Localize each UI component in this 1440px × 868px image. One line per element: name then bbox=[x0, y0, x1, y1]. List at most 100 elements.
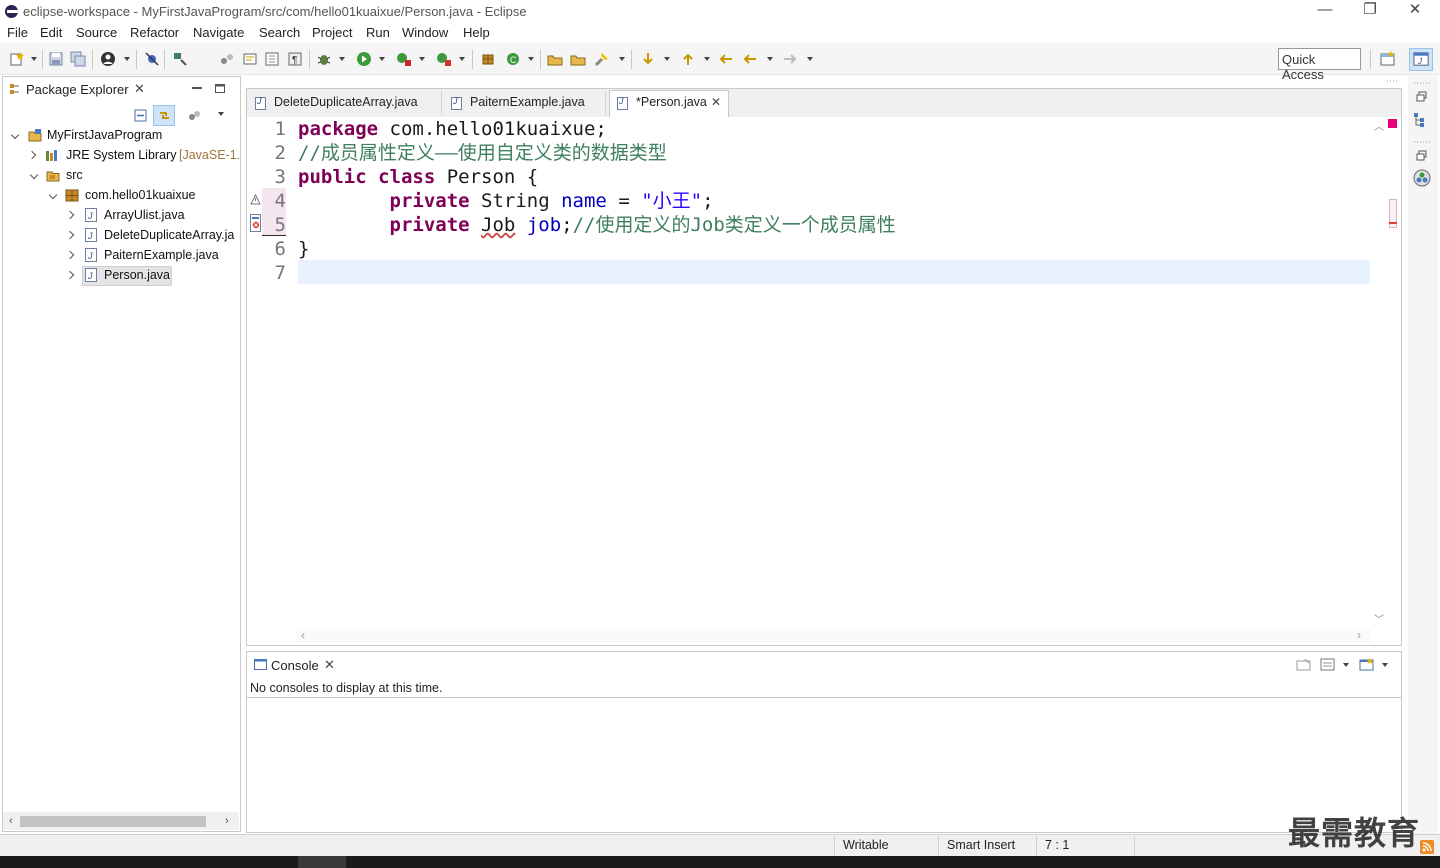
save-all-icon[interactable] bbox=[70, 51, 86, 67]
forward-icon[interactable] bbox=[782, 51, 798, 67]
word-wrap-icon[interactable] bbox=[219, 51, 235, 67]
tree-row-file-selected[interactable]: J Person.java bbox=[4, 266, 240, 286]
focus-on-active-task-icon[interactable] bbox=[187, 108, 202, 123]
editor-tab[interactable]: DeleteDuplicateArray.java bbox=[248, 91, 442, 115]
scroll-left-arrow-icon[interactable]: ‹ bbox=[301, 628, 305, 642]
code-line-1[interactable]: package com.hello01kuaixue; bbox=[298, 117, 607, 141]
restore-button[interactable]: ❐ bbox=[1347, 0, 1393, 22]
forward-dropdown-icon[interactable] bbox=[807, 57, 813, 61]
back-dropdown-icon[interactable] bbox=[767, 57, 773, 61]
debug-dropdown-icon[interactable] bbox=[339, 57, 345, 61]
error-overview-marker[interactable] bbox=[1389, 222, 1397, 224]
collapse-arrow-icon[interactable] bbox=[65, 210, 75, 220]
coverage-icon[interactable] bbox=[396, 51, 412, 67]
collapse-arrow-icon[interactable] bbox=[65, 230, 75, 240]
editor-view-menu-icon[interactable] bbox=[1386, 77, 1400, 85]
menu-search[interactable]: Search bbox=[259, 25, 300, 40]
minimize-button[interactable]: — bbox=[1302, 0, 1348, 22]
menu-source[interactable]: Source bbox=[76, 25, 117, 40]
open-console-icon[interactable] bbox=[1359, 657, 1374, 672]
open-folder-icon[interactable] bbox=[570, 51, 586, 67]
expand-arrow-icon[interactable] bbox=[29, 170, 39, 180]
restore-view-icon[interactable] bbox=[1416, 150, 1428, 162]
tree-row-src[interactable]: src bbox=[4, 166, 240, 186]
open-perspective-icon[interactable] bbox=[1379, 50, 1397, 68]
new-class-icon[interactable]: C bbox=[505, 51, 521, 67]
error-icon[interactable] bbox=[250, 214, 262, 232]
collapse-arrow-icon[interactable] bbox=[65, 250, 75, 260]
restore-view-icon[interactable] bbox=[1416, 91, 1428, 103]
console-close-icon[interactable]: ✕ bbox=[324, 657, 335, 673]
open-task-icon[interactable] bbox=[547, 51, 563, 67]
display-console-icon[interactable] bbox=[1320, 657, 1335, 672]
next-annotation-dropdown-icon[interactable] bbox=[664, 57, 670, 61]
pilcrow-icon[interactable]: ¶ bbox=[287, 51, 303, 67]
save-icon[interactable] bbox=[48, 51, 64, 67]
tree-row-jre-library[interactable]: JRE System Library [JavaSE-1. bbox=[4, 146, 240, 166]
menu-navigate[interactable]: Navigate bbox=[193, 25, 244, 40]
java-perspective-button[interactable]: J bbox=[1409, 48, 1433, 71]
close-button[interactable]: ✕ bbox=[1392, 0, 1438, 22]
maximize-view-icon[interactable] bbox=[214, 82, 226, 94]
error-overview-indicator[interactable] bbox=[1388, 119, 1397, 128]
outline-icon[interactable] bbox=[1413, 111, 1430, 128]
menu-edit[interactable]: Edit bbox=[40, 25, 62, 40]
coverage-dropdown-icon[interactable] bbox=[419, 57, 425, 61]
open-type-icon[interactable] bbox=[172, 51, 188, 67]
profile-icon[interactable] bbox=[100, 51, 116, 67]
code-line-4[interactable]: private String name = "小王"; bbox=[298, 189, 714, 213]
external-tools-dropdown-icon[interactable] bbox=[459, 57, 465, 61]
view-menu-icon[interactable] bbox=[218, 112, 224, 116]
show-whitespace-icon[interactable] bbox=[264, 51, 280, 67]
collapse-all-icon[interactable] bbox=[133, 108, 148, 123]
scroll-right-arrow-icon[interactable]: › bbox=[1357, 628, 1361, 642]
editor-tab[interactable]: PaiternExample.java bbox=[444, 91, 606, 115]
menu-file[interactable]: File bbox=[7, 25, 28, 40]
run-icon[interactable] bbox=[356, 51, 372, 67]
new-dropdown-icon[interactable] bbox=[31, 57, 37, 61]
taskbar-active-app[interactable] bbox=[298, 856, 346, 868]
package-explorer-title[interactable]: Package Explorer bbox=[26, 82, 129, 97]
console-title[interactable]: Console bbox=[271, 658, 319, 673]
task-list-icon[interactable] bbox=[1413, 169, 1431, 187]
new-icon[interactable] bbox=[9, 51, 25, 67]
search-dropdown-icon[interactable] bbox=[619, 57, 625, 61]
search-flashlight-icon[interactable] bbox=[594, 51, 610, 67]
explorer-horizontal-scrollbar[interactable]: ‹ › bbox=[3, 812, 239, 830]
tree-row-file[interactable]: J PaiternExample.java bbox=[4, 246, 240, 266]
package-explorer-close-icon[interactable]: ✕ bbox=[134, 81, 145, 97]
scroll-up-arrow-icon[interactable]: ︿ bbox=[1374, 118, 1384, 133]
tree-row-project[interactable]: MyFirstJavaProgram bbox=[4, 126, 240, 146]
scroll-down-arrow-icon[interactable]: ﹀ bbox=[1374, 611, 1384, 626]
tree-row-file[interactable]: J ArrayUlist.java bbox=[4, 206, 240, 226]
expand-arrow-icon[interactable] bbox=[10, 130, 20, 140]
scroll-thumb[interactable] bbox=[20, 816, 206, 827]
collapse-arrow-icon[interactable] bbox=[65, 270, 75, 280]
tree-row-file[interactable]: J DeleteDuplicateArray.ja bbox=[4, 226, 240, 246]
menu-window[interactable]: Window bbox=[402, 25, 448, 40]
run-dropdown-icon[interactable] bbox=[379, 57, 385, 61]
scroll-left-arrow-icon[interactable]: ‹ bbox=[9, 815, 13, 827]
menu-run[interactable]: Run bbox=[366, 25, 390, 40]
editor-horizontal-scrollbar[interactable]: ‹ › bbox=[297, 628, 1371, 643]
minimize-view-icon[interactable] bbox=[191, 82, 203, 94]
collapse-arrow-icon[interactable] bbox=[27, 150, 37, 160]
new-java-package-icon[interactable] bbox=[480, 51, 496, 67]
code-line-6[interactable]: } bbox=[298, 237, 309, 261]
open-console-dropdown-icon[interactable] bbox=[1382, 663, 1388, 667]
editor-tab-active[interactable]: *Person.java ✕ bbox=[609, 90, 729, 118]
code-line-3[interactable]: public class Person { bbox=[298, 165, 538, 189]
menu-help[interactable]: Help bbox=[463, 25, 490, 40]
link-with-editor-toggle[interactable] bbox=[153, 105, 175, 126]
expand-arrow-icon[interactable] bbox=[48, 190, 58, 200]
next-annotation-icon[interactable] bbox=[640, 51, 656, 67]
previous-annotation-dropdown-icon[interactable] bbox=[704, 57, 710, 61]
menu-project[interactable]: Project bbox=[312, 25, 352, 40]
scroll-right-arrow-icon[interactable]: › bbox=[225, 815, 229, 827]
code-line-2[interactable]: //成员属性定义——使用自定义类的数据类型 bbox=[298, 141, 667, 165]
code-line-5[interactable]: private Job job;//使用定义的Job类定义一个成员属性 bbox=[298, 213, 896, 237]
menu-refactor[interactable]: Refactor bbox=[130, 25, 179, 40]
pin-console-icon[interactable] bbox=[1296, 657, 1311, 672]
skip-breakpoints-icon[interactable] bbox=[144, 51, 160, 67]
quick-access-field[interactable]: Quick Access bbox=[1278, 48, 1361, 82]
